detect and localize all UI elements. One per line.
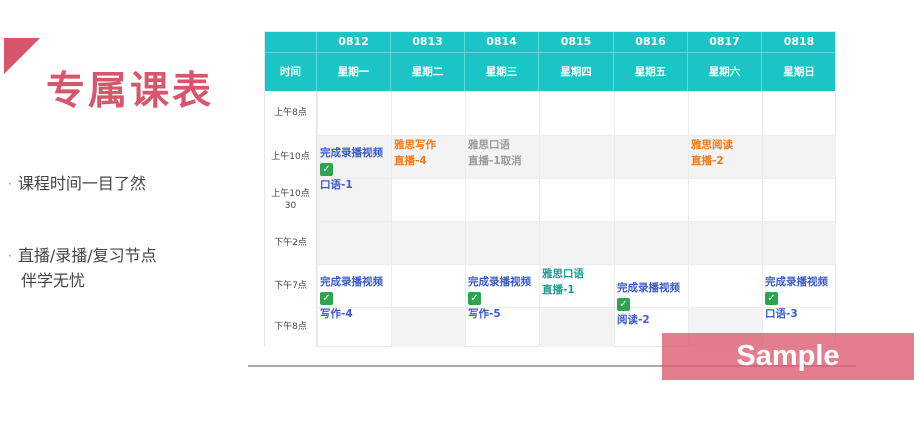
column-divider (539, 91, 540, 346)
row-divider (265, 135, 835, 136)
weekday-header: 星期四 (539, 52, 614, 91)
check-icon: ✓ (468, 292, 481, 305)
column-divider (317, 91, 318, 346)
date-header: 0817 (688, 32, 762, 52)
corner-triangle-decoration (4, 38, 40, 74)
check-icon: ✓ (617, 298, 630, 311)
schedule-entry[interactable]: 完成录播视频 ✓ 写作-5 (468, 274, 531, 322)
weekday-header-row: 时间 星期一 星期二 星期三 星期四 星期五 星期六 星期日 (265, 52, 836, 91)
schedule-entry[interactable]: 雅思阅读 直播-2 (691, 137, 733, 169)
weekday-header: 星期二 (391, 52, 465, 91)
cell-shade (539, 307, 614, 347)
schedule-entry[interactable]: 雅思写作 直播-4 (394, 137, 436, 169)
schedule-table: 0812 0813 0814 0815 0816 0817 0818 时间 星期… (264, 31, 836, 347)
weekday-header: 星期五 (614, 52, 688, 91)
date-header-row: 0812 0813 0814 0815 0816 0817 0818 (265, 32, 835, 52)
page-title: 专属课表 (46, 69, 215, 114)
schedule-entry[interactable]: 雅思口语 直播-1取消 (468, 137, 522, 169)
date-header: 0815 (539, 32, 614, 52)
check-icon: ✓ (320, 292, 333, 305)
feature-bullet: · 课程时间一目了然 (8, 172, 146, 197)
cell-shade (391, 307, 465, 347)
check-icon: ✓ (320, 163, 333, 176)
time-column-header: 时间 (265, 52, 317, 91)
bullet-text: 直播/录播/复习节点 (17, 246, 157, 265)
time-slot: 上午10点 30 (265, 178, 317, 221)
schedule-entry[interactable]: 完成录播视频 ✓ 写作-4 (320, 274, 383, 322)
date-header: 0812 (317, 32, 391, 52)
time-slot: 下午2点 (265, 221, 317, 264)
column-divider (688, 91, 689, 346)
time-slot: 下午8点 (265, 307, 317, 347)
date-header: 0816 (614, 32, 688, 52)
bullet-dot-icon: · (8, 177, 12, 191)
row-divider (265, 221, 835, 222)
schedule-entry[interactable]: 雅思口语 直播-1 (542, 266, 584, 298)
weekday-header: 星期日 (762, 52, 836, 91)
schedule-entry[interactable]: 完成录播视频 ✓ 阅读-2 (617, 280, 680, 328)
bullet-text: 课程时间一目了然 (17, 174, 146, 193)
row-divider (265, 264, 835, 265)
column-divider (465, 91, 466, 346)
sample-watermark: Sample (662, 333, 914, 380)
weekday-header: 星期六 (688, 52, 762, 91)
check-icon: ✓ (765, 292, 778, 305)
column-divider (391, 91, 392, 346)
date-header-blank (265, 32, 317, 52)
bullet-dot-icon: · (8, 249, 12, 263)
time-slot: 上午8点 (265, 91, 317, 135)
date-header: 0818 (783, 35, 815, 48)
schedule-entry[interactable]: 完成录播视频 ✓ 口语-3 (765, 274, 828, 322)
column-divider (762, 91, 763, 346)
time-slot: 下午7点 (265, 264, 317, 307)
bullet-text-line2: 伴学无忧 (21, 271, 86, 290)
date-header: 0813 (391, 32, 465, 52)
schedule-entry[interactable]: 完成录播视频 ✓ 口语-1 (320, 145, 383, 193)
feature-bullet: · 直播/录播/复习节点 伴学无忧 (8, 244, 157, 293)
date-header: 0814 (465, 32, 539, 52)
time-slot: 上午10点 (265, 135, 317, 178)
row-shade (317, 221, 836, 264)
column-divider (614, 91, 615, 346)
weekday-header: 星期三 (465, 52, 539, 91)
weekday-header: 星期一 (317, 52, 391, 91)
